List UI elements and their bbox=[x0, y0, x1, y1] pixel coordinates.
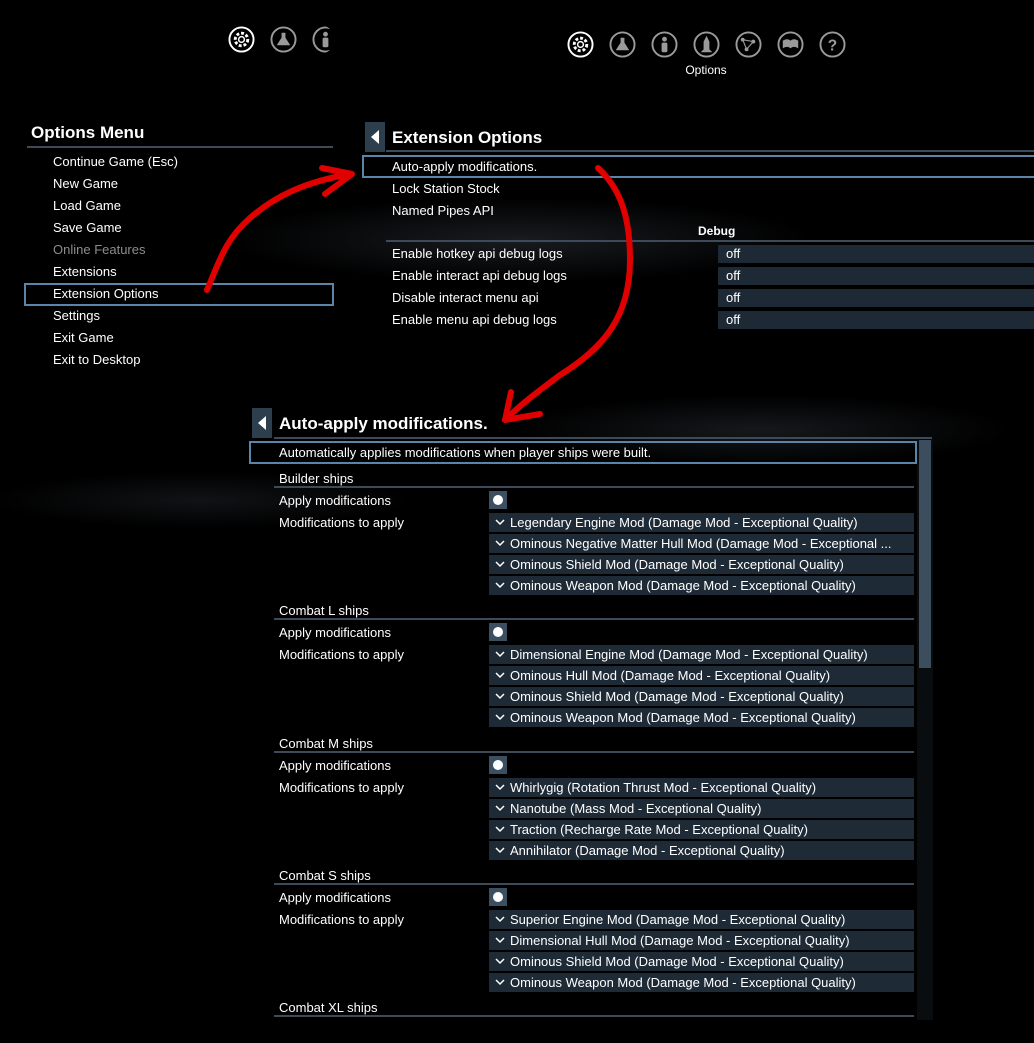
arrow-to-auto-apply bbox=[502, 165, 633, 423]
annotation-arrows bbox=[204, 165, 633, 423]
